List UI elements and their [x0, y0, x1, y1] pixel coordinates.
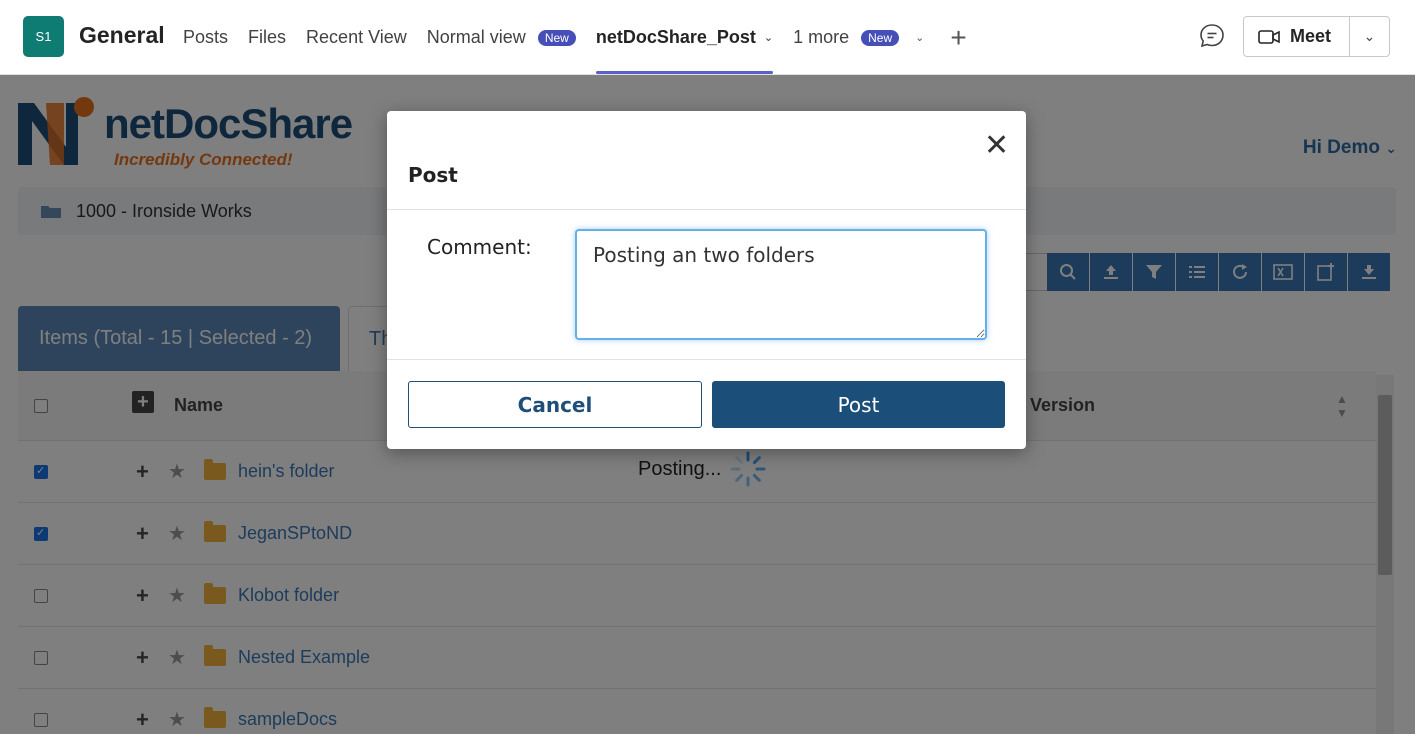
post-dialog: ✕ Post Comment: Posting an two folders C…	[387, 111, 1026, 449]
tab-normal-view[interactable]: Normal view New	[427, 0, 576, 75]
team-avatar[interactable]: S1	[23, 16, 64, 57]
tab-label: Files	[248, 27, 287, 47]
meet-button[interactable]: Meet ⌄	[1243, 16, 1390, 57]
tab-label: Normal view	[426, 27, 526, 47]
new-badge: New	[537, 29, 576, 46]
cancel-button[interactable]: Cancel	[408, 381, 702, 428]
tab-netdocshare-post[interactable]: netDocShare_Post ⌄	[595, 0, 774, 75]
meet-label: Meet	[1290, 26, 1332, 46]
tab-recent-view[interactable]: Recent View	[306, 0, 407, 75]
tab-label: 1 more	[793, 27, 850, 47]
tab-label: netDocShare_Post	[595, 27, 756, 47]
tab-label: Posts	[183, 27, 229, 47]
new-badge: New	[861, 29, 900, 46]
loading-spinner-icon	[730, 451, 766, 487]
comment-textarea[interactable]: Posting an two folders	[575, 229, 987, 340]
teams-header: S1 General Posts Files Recent View Norma…	[0, 0, 1415, 75]
posting-status: Posting...	[638, 450, 767, 488]
chat-icon[interactable]	[1198, 22, 1226, 50]
chevron-down-icon[interactable]: ⌄	[915, 31, 924, 44]
divider	[387, 359, 1026, 360]
chevron-down-icon[interactable]: ⌄	[764, 31, 773, 44]
close-icon[interactable]: ✕	[984, 131, 1009, 161]
divider	[387, 209, 1026, 210]
tab-files[interactable]: Files	[248, 0, 286, 75]
channel-tabs: Posts Files Recent View Normal view New n…	[183, 0, 967, 75]
post-button[interactable]: Post	[712, 381, 1005, 428]
tab-more[interactable]: 1 more New ⌄	[793, 0, 924, 75]
tab-posts[interactable]: Posts	[183, 0, 228, 75]
channel-name: General	[79, 22, 165, 48]
meet-dropdown[interactable]: ⌄	[1350, 28, 1389, 45]
comment-label: Comment:	[427, 235, 532, 259]
meet-main[interactable]: Meet	[1244, 17, 1350, 56]
add-tab-icon[interactable]: +	[950, 22, 966, 54]
dialog-title: Post	[408, 163, 458, 187]
tab-label: Recent View	[306, 27, 407, 47]
video-camera-icon	[1258, 29, 1280, 44]
posting-text: Posting...	[638, 457, 722, 480]
chevron-down-icon: ⌄	[1363, 28, 1376, 44]
